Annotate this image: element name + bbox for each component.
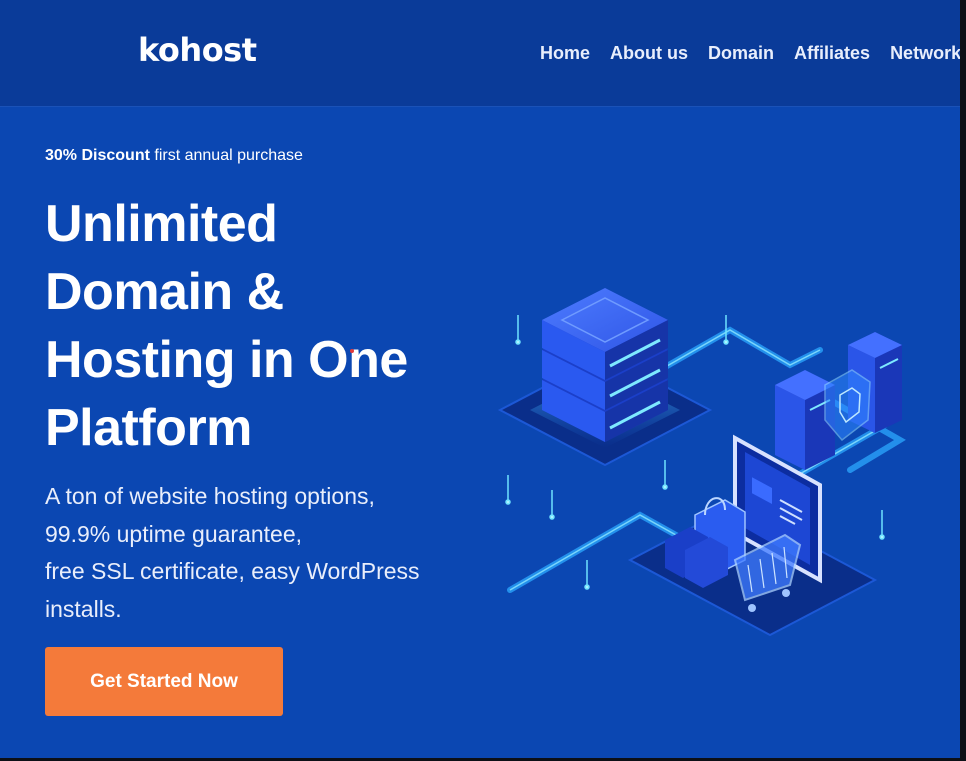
main-nav: Home About us Domain Affiliates Network — [540, 42, 960, 64]
headline-line: Unlimited — [45, 195, 278, 253]
page: kohost Home About us Domain Affiliates N… — [0, 0, 960, 758]
promo-bold: 30% Discount — [45, 147, 150, 164]
hero-subtext: A ton of website hosting options, 99.9% … — [45, 478, 465, 628]
promo-rest: first annual purchase — [154, 147, 303, 164]
nav-domain[interactable]: Domain — [708, 42, 774, 64]
nav-home[interactable]: Home — [540, 42, 590, 64]
subtext-line: free SSL certificate, easy WordPress — [45, 558, 420, 584]
headline-line: Platform — [45, 399, 252, 457]
logo[interactable]: kohost — [138, 30, 257, 70]
subtext-line: installs. — [45, 595, 122, 622]
server-stack-icon — [497, 288, 713, 467]
nav-affiliates[interactable]: Affiliates — [794, 42, 870, 64]
window-edge — [960, 0, 966, 761]
nav-network[interactable]: Network — [890, 42, 960, 64]
get-started-button[interactable]: Get Started Now — [45, 647, 283, 716]
promo-text: 30% Discount first annual purchase — [45, 145, 303, 167]
site-header: kohost Home About us Domain Affiliates N… — [0, 0, 960, 107]
hosting-illustration — [497, 288, 906, 637]
subtext-line: 99.9% uptime guarantee, — [45, 520, 303, 547]
subtext-line: A ton of website hosting options, — [45, 483, 375, 509]
cursor-dot — [350, 349, 354, 353]
hero-headline: Unlimited Domain & Hosting in One Platfo… — [45, 190, 465, 462]
nav-about-us[interactable]: About us — [610, 42, 688, 64]
headline-line: Hosting in One — [45, 331, 408, 389]
headline-line: Domain & — [45, 263, 284, 321]
